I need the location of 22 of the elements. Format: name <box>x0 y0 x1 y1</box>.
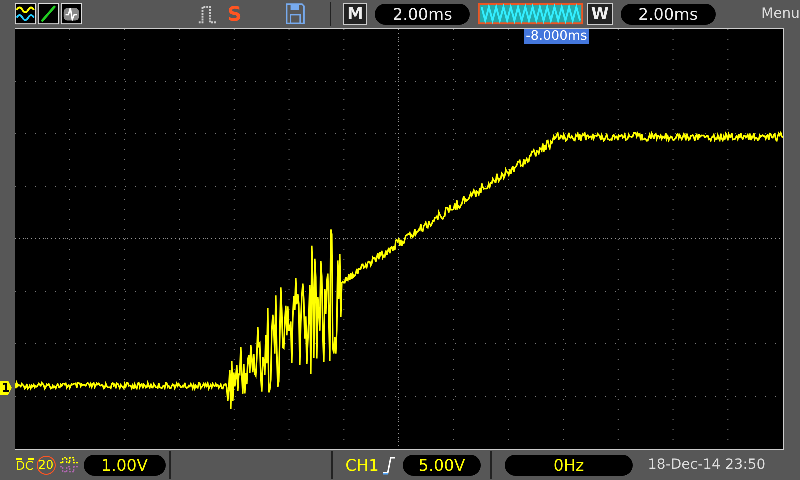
waveform-zoom-icon[interactable] <box>478 3 584 25</box>
trigger-position-marker[interactable]: -8.000ms <box>524 29 590 44</box>
trigger-source-label: CH1 <box>346 456 380 474</box>
trigger-level-value: 5.00V <box>403 454 482 476</box>
menu-button[interactable]: Menu <box>762 6 800 22</box>
date-time-label: 18-Dec-14 23:50 <box>648 457 766 473</box>
channel-marker[interactable]: 1 <box>0 381 12 395</box>
bandwidth-limit-label: 20 <box>36 456 56 474</box>
window-label: W <box>587 3 614 25</box>
volts-per-division-value: 1.00V <box>84 454 166 476</box>
signal-icon[interactable] <box>61 3 82 25</box>
waveform-icon[interactable] <box>15 3 36 25</box>
coupling-label: DC <box>16 458 34 472</box>
timebase-label: M <box>343 3 368 25</box>
probe-icon[interactable] <box>58 457 81 473</box>
line-icon[interactable] <box>38 3 60 25</box>
window-timebase-value: 2.00ms <box>621 4 716 24</box>
save-icon[interactable] <box>286 3 306 25</box>
timebase-value: 2.00ms <box>375 4 470 24</box>
rising-edge-icon[interactable] <box>382 455 396 475</box>
run-state-label: S <box>228 2 242 26</box>
frequency-value: 0Hz <box>505 454 634 476</box>
